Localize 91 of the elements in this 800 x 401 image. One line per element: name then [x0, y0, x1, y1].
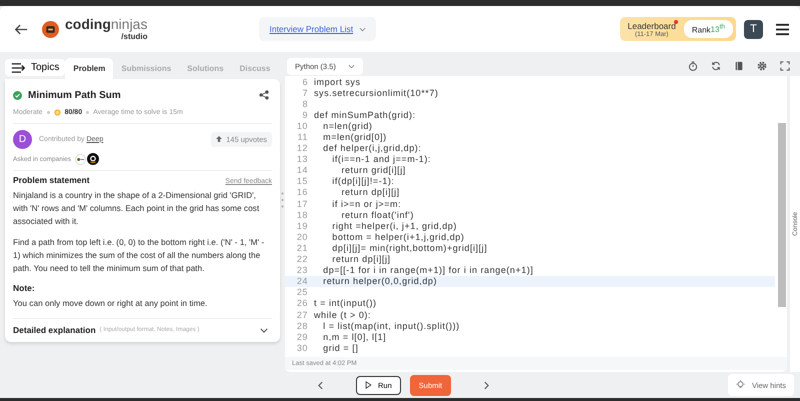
code-line: return grid[i][j] [340, 165, 406, 176]
line-number: 19 [296, 220, 309, 231]
share-icon[interactable] [259, 90, 269, 100]
fullscreen-icon[interactable] [780, 61, 790, 71]
section-heading: Note: [13, 283, 36, 293]
line-number: 15 [296, 176, 309, 186]
logo-text: codingninjas [65, 17, 148, 32]
line-number: 21 [296, 242, 309, 253]
tab[interactable]: Problem [65, 58, 114, 79]
logo-icon [42, 20, 59, 38]
section-heading: Problem statement [13, 175, 90, 185]
line-number: 25 [296, 287, 309, 298]
section-heading: Detailed explanation [13, 325, 96, 335]
code-line: return float('inf') [340, 210, 414, 220]
settings-icon[interactable] [757, 61, 767, 71]
line-number: 22 [296, 254, 309, 264]
code-line: grid = [] [322, 342, 358, 353]
code-line: t = int(input()) [313, 298, 377, 308]
code-line: n=len(grid) [322, 120, 372, 131]
play-icon [365, 381, 372, 389]
next-icon[interactable] [484, 380, 490, 390]
code-line: import sys [313, 76, 361, 87]
chevron-down-icon [260, 328, 268, 332]
refresh-icon[interactable] [711, 61, 721, 71]
code-line: def minSumPath(grid): [313, 110, 416, 120]
line-number: 8 [301, 98, 309, 109]
line-number: 13 [296, 154, 309, 164]
line-number: 26 [296, 298, 309, 308]
code-line: sys.setrecursionlimit(10**7) [313, 88, 438, 98]
code-line: dp=[[-1 for i in range(m+1)] for i in range(n+1)] [322, 265, 534, 276]
topics-button[interactable]: Topics [5, 59, 66, 76]
code-line: return dp[i][j] [340, 187, 400, 198]
line-number: 10 [296, 120, 309, 131]
problem-title: Minimum Path Sum [28, 90, 121, 100]
code-line: return helper(0,0,grid,dp) [322, 276, 438, 286]
topics-icon [11, 62, 26, 72]
notification-dot-icon [674, 20, 678, 24]
line-number: 7 [301, 88, 309, 98]
scrollbar-thumb[interactable] [778, 123, 786, 307]
code-line: if i>=n or j>=m: [331, 198, 402, 209]
line-number: 24 [296, 276, 309, 286]
line-number: 14 [296, 165, 309, 176]
coin-icon [54, 109, 61, 116]
line-number: 18 [296, 210, 309, 220]
company-logo-icon [87, 153, 100, 165]
line-number: 28 [296, 320, 309, 331]
line-number: 29 [296, 332, 309, 342]
line-number: 20 [296, 232, 309, 242]
code-line: def helper(i,j,grid,dp): [322, 143, 422, 154]
user-avatar[interactable]: T [744, 20, 763, 38]
menu-icon[interactable] [775, 22, 790, 36]
upvote-icon [216, 136, 222, 142]
company-logo-icon [75, 154, 86, 164]
logo-subtitle: /studio [121, 32, 148, 41]
leaderboard-label: Leaderboard [628, 20, 676, 30]
lightbulb-icon [736, 380, 745, 390]
timer-icon[interactable] [688, 61, 698, 71]
line-number: 30 [296, 342, 309, 353]
separator-dot-icon [46, 111, 50, 114]
code-line: return dp[i][j] [331, 254, 391, 264]
problem-list-dropdown[interactable]: Interview Problem List [259, 17, 376, 41]
chevron-down-icon [348, 64, 355, 68]
code-line: dp[i][j]= min(right,bottom)+grid[i][j] [331, 242, 488, 253]
line-number: 9 [301, 110, 309, 120]
note-text: You can only move down or right at any point in time. [13, 297, 208, 310]
previous-icon[interactable] [318, 380, 323, 390]
code-line: right =helper(i, j+1, grid,dp) [331, 220, 457, 231]
code-editor[interactable] [285, 76, 787, 372]
line-number: 17 [296, 198, 309, 209]
chevron-down-icon [359, 26, 366, 32]
resize-handle-icon[interactable] [281, 192, 284, 208]
contributor-avatar: D [13, 130, 32, 148]
line-number: 16 [296, 187, 309, 198]
code-line: n,m = l[0], l[1] [322, 332, 386, 342]
code-line: bottom = helper(i+1,j,grid,dp) [331, 232, 464, 242]
problem-paragraph: Ninjaland is a country in the shape of a 2-Dimensional grid 'GRID', with 'N' rows and 'M' columns. Each point in the grid has some cost associated with it. [13, 189, 260, 228]
line-number: 27 [296, 310, 309, 320]
code-line: while (t > 0): [313, 310, 371, 320]
code-line: l = list(map(int, input().split())) [322, 320, 460, 331]
back-arrow-icon[interactable] [14, 24, 28, 34]
code-line: m=len(grid[0]) [322, 132, 387, 142]
code-line: if(i==n-1 and j==m-1): [331, 154, 431, 164]
rank-pill: Rank13$^{th}$ [684, 20, 733, 38]
line-number: 6 [301, 76, 309, 87]
line-number: 12 [296, 143, 309, 154]
problem-paragraph: Find a path from top left i.e. (0, 0) to the bottom right i.e. ('N' - 1, 'M' - 1) which minimizes the sum of the cost of all the numbers along the path. You need to tell the minimum sum of that path. [13, 236, 266, 275]
separator-dot-icon [86, 111, 90, 114]
line-number: 23 [296, 265, 309, 276]
notes-icon[interactable] [734, 61, 744, 71]
line-number: 11 [296, 132, 309, 142]
code-line: if(dp[i][j]!=-1): [331, 176, 394, 186]
